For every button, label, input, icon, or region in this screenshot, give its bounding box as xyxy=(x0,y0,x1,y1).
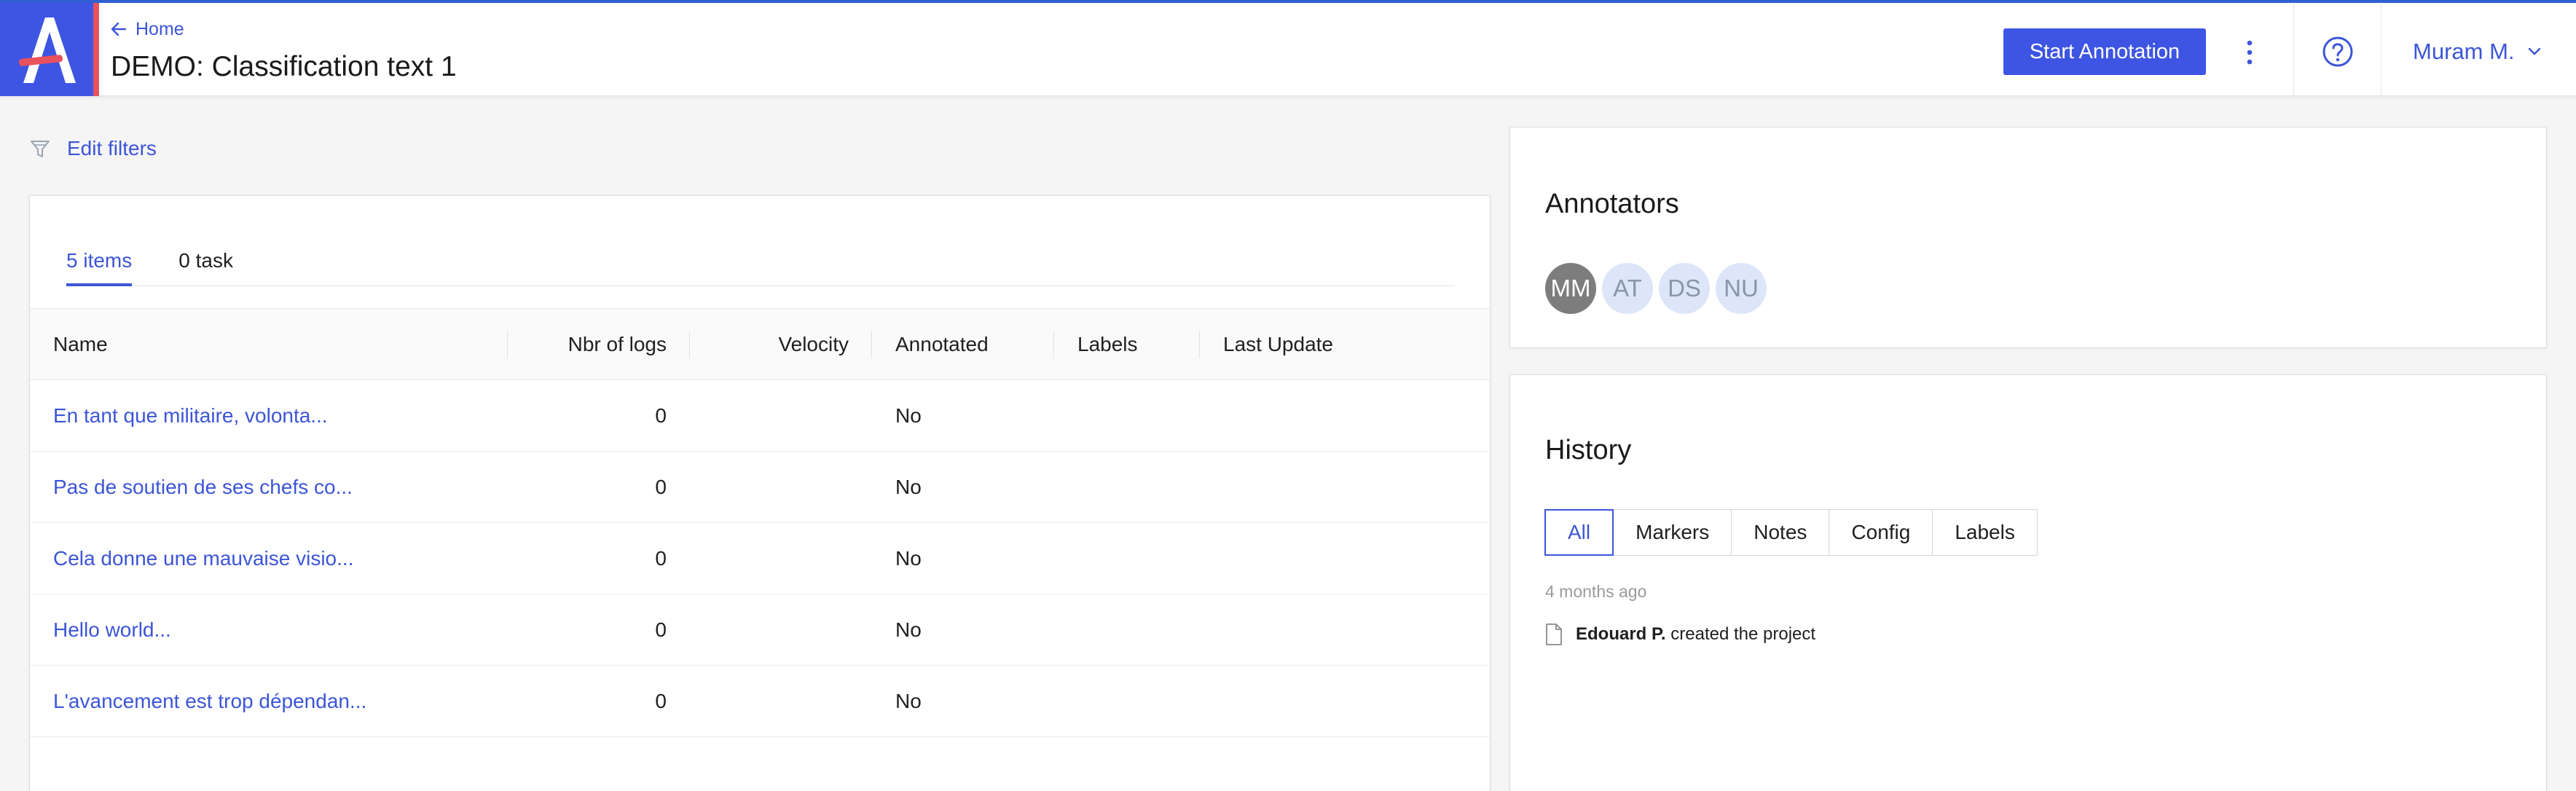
column-header-last-update[interactable]: Last Update xyxy=(1200,308,1490,380)
history-filter-config[interactable]: Config xyxy=(1829,509,1933,556)
more-options-icon[interactable] xyxy=(2237,32,2263,73)
breadcrumb[interactable]: Home xyxy=(111,16,184,42)
cell-velocity xyxy=(690,594,872,666)
column-header-logs[interactable]: Nbr of logs xyxy=(508,308,690,380)
user-name: Muram M. xyxy=(2413,39,2515,64)
table-row: Cela donne une mauvaise visio... 0 No xyxy=(30,522,1490,594)
items-card: 5 items 0 task Name Nbr of logs Velocity… xyxy=(29,195,1491,791)
breadcrumb-home-link[interactable]: Home xyxy=(136,19,184,40)
cell-labels xyxy=(1054,451,1200,523)
history-filter-labels[interactable]: Labels xyxy=(1932,509,2038,556)
cell-logs: 0 xyxy=(508,379,690,452)
cell-last-update xyxy=(1200,379,1490,452)
column-header-annotated[interactable]: Annotated xyxy=(872,308,1054,380)
user-menu[interactable]: Muram M. xyxy=(2413,35,2541,68)
item-link[interactable]: Pas de soutien de ses chefs co... xyxy=(53,476,353,498)
cell-logs: 0 xyxy=(508,594,690,666)
cell-logs: 0 xyxy=(508,665,690,737)
history-filter-markers[interactable]: Markers xyxy=(1613,509,1732,556)
table-row: En tant que militaire, volonta... 0 No xyxy=(30,379,1490,452)
avatar[interactable]: NU xyxy=(1716,263,1767,314)
help-icon[interactable] xyxy=(2321,35,2355,68)
cell-velocity xyxy=(690,665,872,737)
cell-velocity xyxy=(690,379,872,452)
item-link[interactable]: L'avancement est trop dépendan... xyxy=(53,690,366,712)
table-row: L'avancement est trop dépendan... 0 No xyxy=(30,665,1490,737)
cell-labels xyxy=(1054,594,1200,666)
page-title: DEMO: Classification text 1 xyxy=(111,51,457,82)
cell-annotated: No xyxy=(872,522,1054,594)
cell-labels xyxy=(1054,379,1200,452)
history-filter-all[interactable]: All xyxy=(1544,509,1614,556)
history-entry-text: created the project xyxy=(1670,624,1816,644)
logo-a-icon xyxy=(19,17,76,83)
annotators-title: Annotators xyxy=(1545,189,1679,219)
history-filter-notes[interactable]: Notes xyxy=(1731,509,1830,556)
item-link[interactable]: Cela donne une mauvaise visio... xyxy=(53,547,353,570)
column-header-velocity[interactable]: Velocity xyxy=(690,308,872,380)
tab-tasks[interactable]: 0 task xyxy=(178,245,233,286)
chevron-down-icon xyxy=(2528,47,2540,55)
cell-labels xyxy=(1054,522,1200,594)
cell-last-update xyxy=(1200,451,1490,523)
annotators-card: Annotators MM AT DS NU xyxy=(1509,127,2547,348)
items-table: Name Nbr of logs Velocity Annotated Labe… xyxy=(30,308,1490,737)
filter-icon xyxy=(31,141,50,157)
table-header-row: Name Nbr of logs Velocity Annotated Labe… xyxy=(30,308,1490,380)
item-link[interactable]: Hello world... xyxy=(53,618,171,641)
cell-last-update xyxy=(1200,665,1490,737)
cell-velocity xyxy=(690,451,872,523)
column-header-name[interactable]: Name xyxy=(30,308,508,380)
cell-logs: 0 xyxy=(508,522,690,594)
table-row: Hello world... 0 No xyxy=(30,594,1490,666)
document-icon xyxy=(1546,623,1562,645)
cell-last-update xyxy=(1200,522,1490,594)
cell-annotated: No xyxy=(872,379,1054,452)
avatar[interactable]: DS xyxy=(1659,263,1710,314)
column-header-labels[interactable]: Labels xyxy=(1054,308,1200,380)
item-link[interactable]: En tant que militaire, volonta... xyxy=(53,404,328,427)
cell-annotated: No xyxy=(872,594,1054,666)
history-title: History xyxy=(1545,435,1632,465)
cell-annotated: No xyxy=(872,665,1054,737)
annotator-avatars: MM AT DS NU xyxy=(1545,263,1767,314)
history-timestamp: 4 months ago xyxy=(1545,582,1647,601)
cell-labels xyxy=(1054,665,1200,737)
cell-last-update xyxy=(1200,594,1490,666)
tab-items[interactable]: 5 items xyxy=(66,245,133,286)
avatar[interactable]: MM xyxy=(1545,263,1596,314)
history-entry-user: Edouard P. xyxy=(1576,624,1666,644)
items-tabs: 5 items 0 task xyxy=(66,245,1455,286)
history-filter-group: All Markers Notes Config Labels xyxy=(1544,509,2038,556)
top-bar: Home DEMO: Classification text 1 Start A… xyxy=(0,0,2576,96)
start-annotation-button[interactable]: Start Annotation xyxy=(2003,28,2206,75)
history-card: History All Markers Notes Config Labels … xyxy=(1509,374,2547,791)
cell-velocity xyxy=(690,522,872,594)
arrow-left-icon xyxy=(111,22,127,36)
cell-annotated: No xyxy=(872,451,1054,523)
edit-filters-button[interactable]: Edit filters xyxy=(29,134,157,163)
edit-filters-label: Edit filters xyxy=(67,137,157,160)
cell-logs: 0 xyxy=(508,451,690,523)
app-logo[interactable] xyxy=(0,3,99,96)
table-row: Pas de soutien de ses chefs co... 0 No xyxy=(30,451,1490,523)
avatar[interactable]: AT xyxy=(1602,263,1653,314)
header-divider xyxy=(2293,3,2294,96)
history-entry: Edouard P. created the project xyxy=(1545,623,1815,646)
